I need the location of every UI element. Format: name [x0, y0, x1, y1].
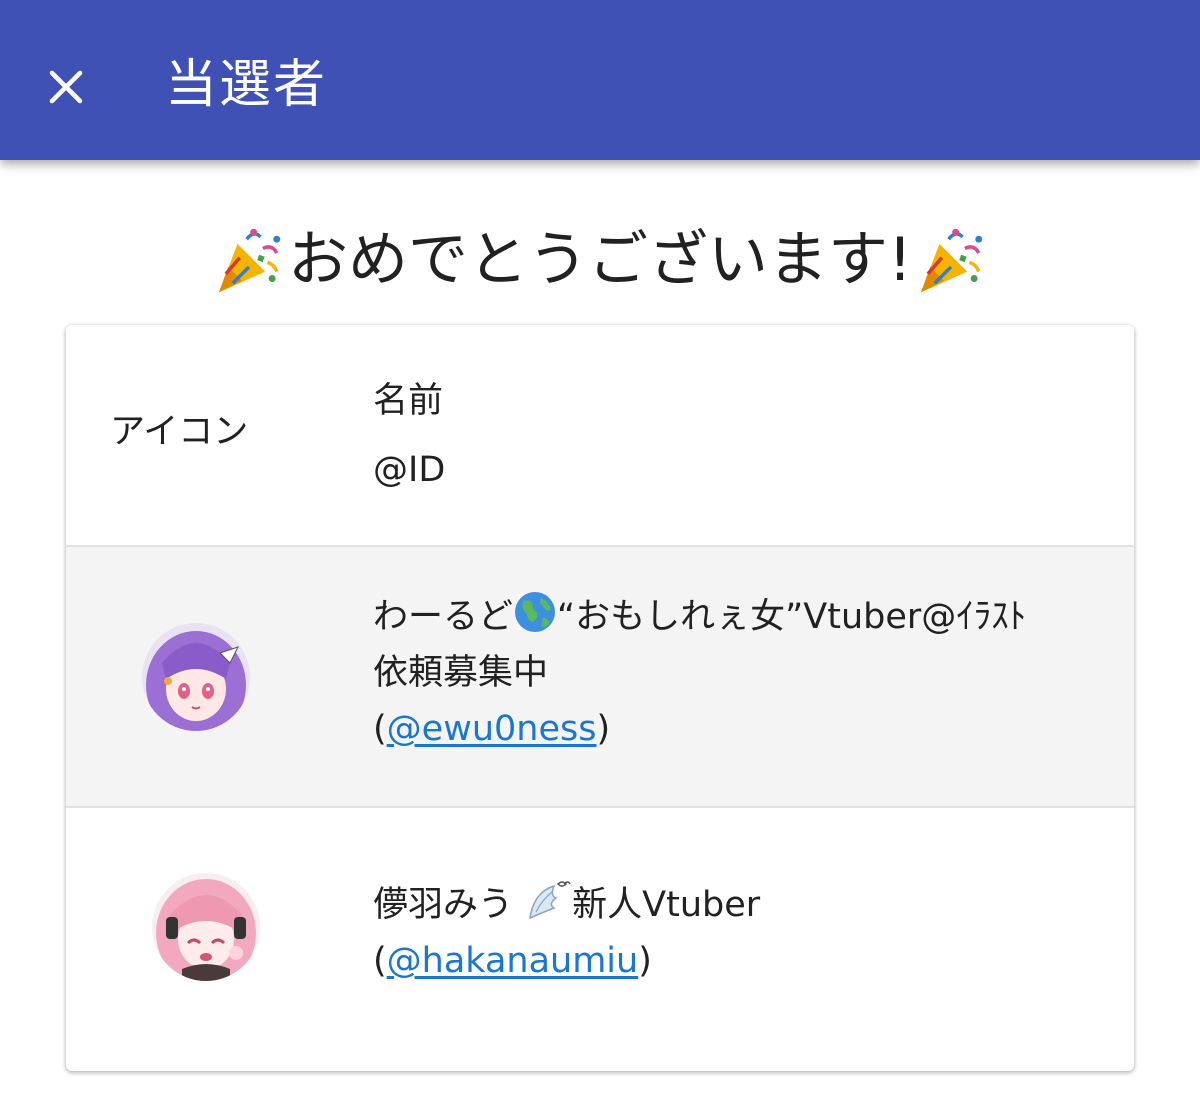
winner-info: 儚羽みう 新人Vtuber (@hakanaumiu): [373, 877, 1093, 989]
table-header: アイコン 名前 @ID: [66, 325, 1134, 545]
winner-info: わーるど “おもしれぇ女”Vtuber@ｲﾗｽﾄ 依頼募集中 (@ewu0ness…: [373, 589, 1093, 757]
congrats-text: おめでとうございます!: [287, 225, 913, 295]
wing-icon: [524, 878, 572, 922]
party-popper-icon: [212, 223, 286, 297]
winners-table: アイコン 名前 @ID わーるど “おもしれぇ女”Vtuber@ｲﾗｽﾄ 依頼募集…: [66, 325, 1134, 1071]
winner-handle-link[interactable]: @ewu0ness: [387, 709, 597, 749]
winner-name-line2: 依頼募集中: [373, 653, 549, 693]
close-button[interactable]: [22, 43, 110, 131]
column-header-name: 名前: [373, 381, 444, 421]
winner-handle-link[interactable]: @hakanaumiu: [387, 941, 639, 981]
winner-handle-line: (@ewu0ness): [373, 709, 611, 749]
globe-icon: [513, 590, 557, 634]
party-popper-icon: [914, 223, 988, 297]
table-row[interactable]: 儚羽みう 新人Vtuber (@hakanaumiu): [66, 808, 1134, 1071]
column-header-id: @ID: [373, 450, 446, 490]
table-row[interactable]: わーるど “おもしれぇ女”Vtuber@ｲﾗｽﾄ 依頼募集中 (@ewu0ness…: [66, 545, 1134, 808]
congrats-heading: おめでとうございます!: [0, 220, 1200, 300]
column-header-icon: アイコン: [110, 412, 249, 452]
winner-name: わーるど “おもしれぇ女”Vtuber@ｲﾗｽﾄ: [373, 589, 1093, 645]
page-title: 当選者: [165, 55, 328, 115]
close-icon: [49, 70, 83, 104]
avatar: [152, 873, 260, 981]
app-bar: 当選者: [0, 0, 1200, 160]
avatar: [142, 623, 250, 731]
winner-handle-line: (@hakanaumiu): [373, 941, 652, 981]
winner-name: 儚羽みう 新人Vtuber: [373, 877, 1093, 933]
